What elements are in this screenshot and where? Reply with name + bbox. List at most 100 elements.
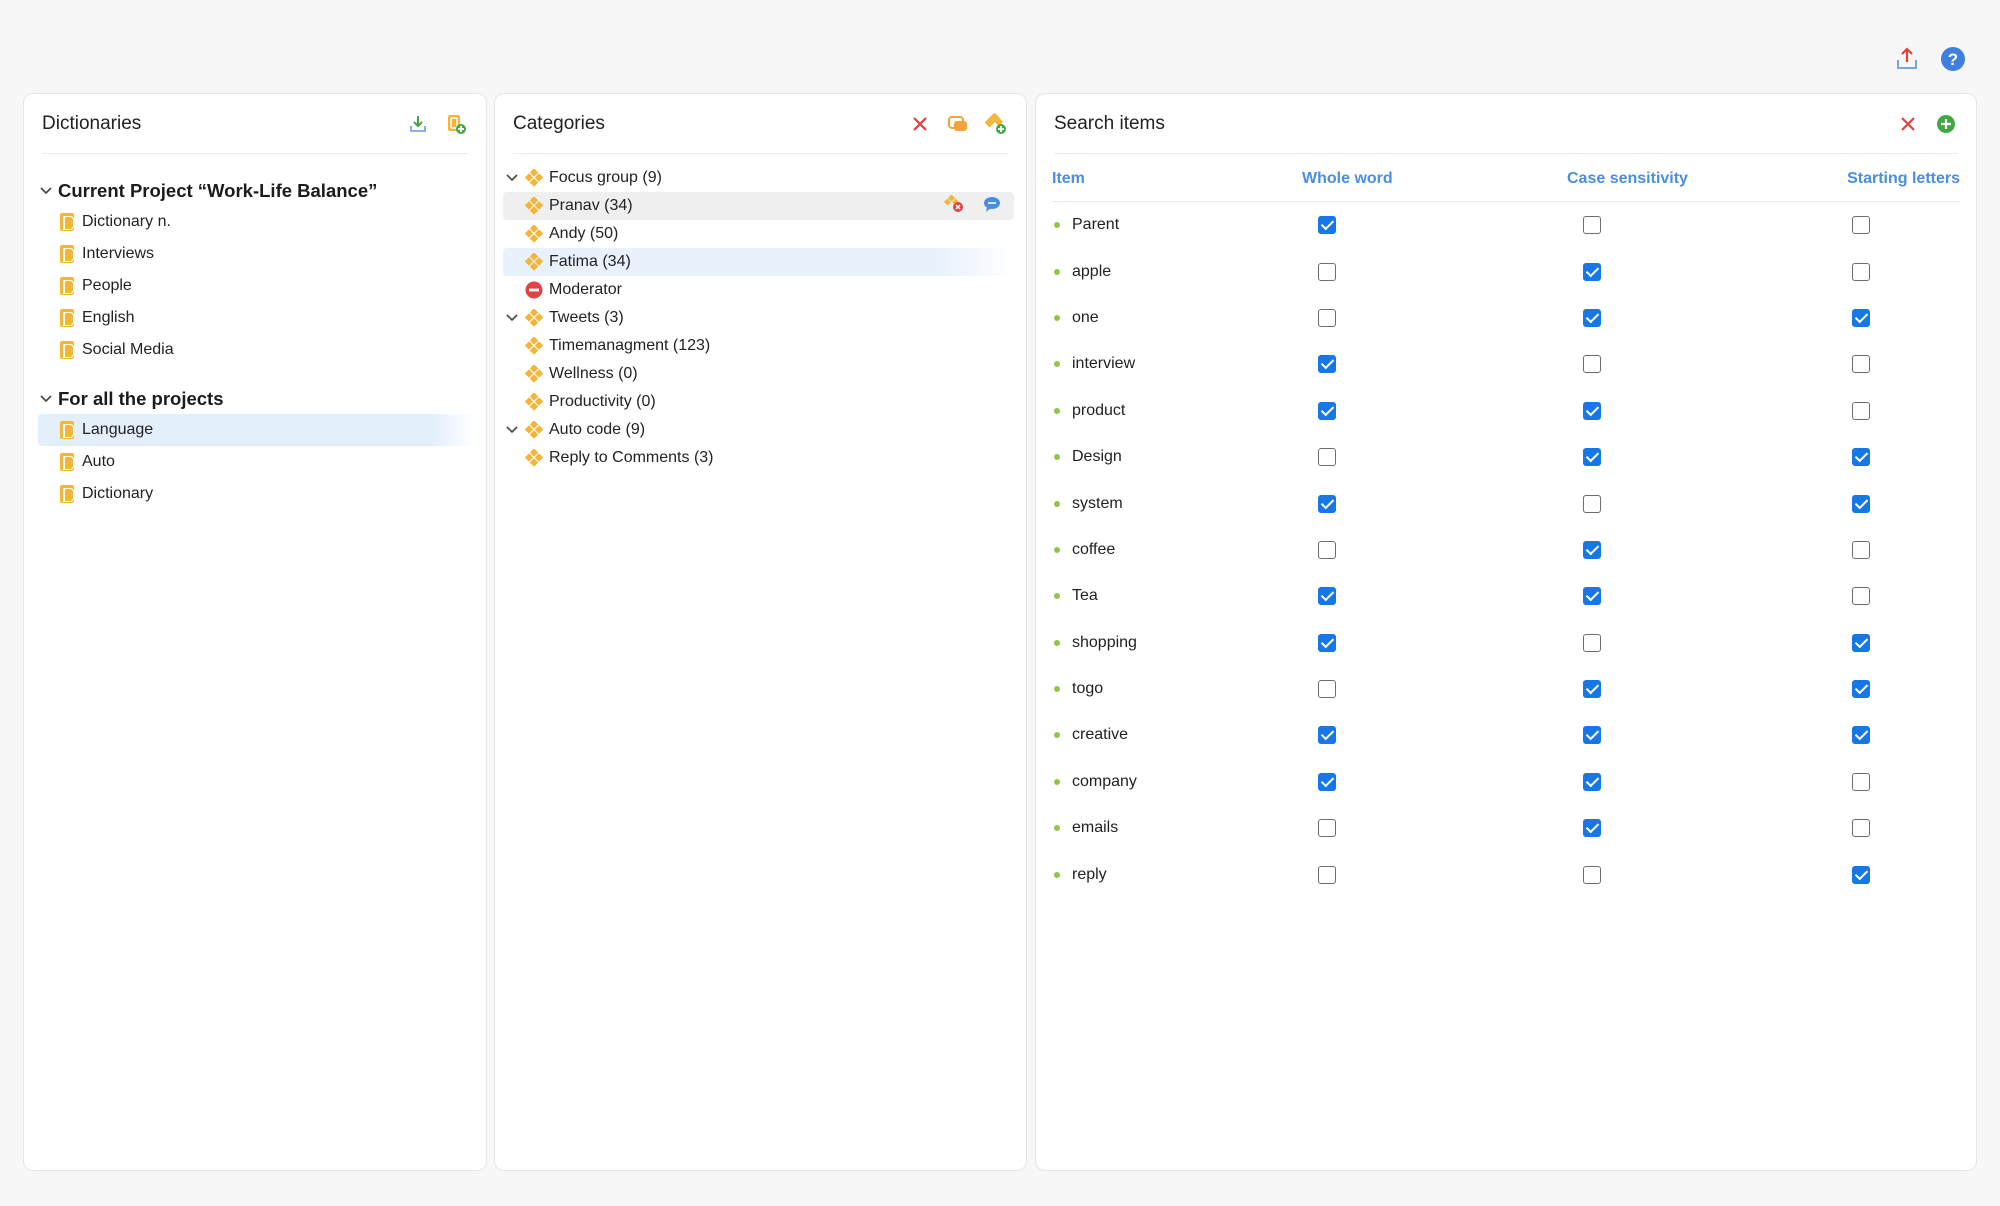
category-row[interactable]: Fatima (34): [503, 248, 1014, 276]
case-sensitivity-checkbox[interactable]: [1583, 308, 1601, 327]
whole-word-checkbox[interactable]: [1318, 540, 1336, 559]
item-cell[interactable]: creative: [1052, 726, 1302, 744]
whole-word-checkbox[interactable]: [1318, 448, 1336, 467]
case-sensitivity-checkbox[interactable]: [1583, 772, 1601, 791]
starting-letters-checkbox[interactable]: [1852, 308, 1870, 327]
starting-letters-checkbox[interactable]: [1852, 865, 1870, 884]
dict-group-header[interactable]: Current Project “Work-Life Balance”: [38, 176, 476, 206]
case-sensitivity-checkbox[interactable]: [1583, 819, 1601, 838]
item-cell[interactable]: apple: [1052, 263, 1302, 281]
starting-letters-checkbox[interactable]: [1852, 355, 1870, 374]
category-group-row[interactable]: Focus group (9): [503, 164, 1014, 192]
starting-letters-checkbox[interactable]: [1852, 633, 1870, 652]
delete-category-icon[interactable]: [943, 193, 964, 218]
add-item-icon[interactable]: [1934, 112, 1958, 136]
item-cell[interactable]: emails: [1052, 819, 1302, 837]
item-cell[interactable]: Design: [1052, 448, 1302, 466]
item-cell[interactable]: reply: [1052, 866, 1302, 884]
category-group-row[interactable]: Auto code (9): [503, 416, 1014, 444]
dict-item[interactable]: Dictionary n.: [38, 206, 476, 238]
column-header-case-sensitivity[interactable]: Case sensitivity: [1567, 170, 1847, 188]
chevron-down-icon[interactable]: [38, 183, 54, 199]
starting-letters-checkbox[interactable]: [1852, 772, 1870, 791]
add-category-icon[interactable]: [984, 112, 1008, 136]
category-row[interactable]: Timemanagment (123): [503, 332, 1014, 360]
add-dictionary-icon[interactable]: [444, 112, 468, 136]
case-sensitivity-checkbox[interactable]: [1583, 494, 1601, 513]
merge-category-icon[interactable]: [946, 112, 970, 136]
item-cell[interactable]: togo: [1052, 680, 1302, 698]
category-row[interactable]: Wellness (0): [503, 360, 1014, 388]
category-row[interactable]: Andy (50): [503, 220, 1014, 248]
item-cell[interactable]: Tea: [1052, 587, 1302, 605]
whole-word-checkbox[interactable]: [1318, 633, 1336, 652]
case-sensitivity-checkbox[interactable]: [1583, 355, 1601, 374]
item-cell[interactable]: product: [1052, 402, 1302, 420]
import-download-icon[interactable]: [406, 112, 430, 136]
whole-word-checkbox[interactable]: [1318, 494, 1336, 513]
whole-word-checkbox[interactable]: [1318, 726, 1336, 745]
whole-word-checkbox[interactable]: [1318, 262, 1336, 281]
dict-item-selected[interactable]: Language: [38, 414, 476, 446]
case-sensitivity-checkbox[interactable]: [1583, 540, 1601, 559]
whole-word-checkbox[interactable]: [1318, 355, 1336, 374]
column-header-item[interactable]: Item: [1052, 170, 1302, 188]
case-sensitivity-checkbox[interactable]: [1583, 448, 1601, 467]
starting-letters-checkbox[interactable]: [1852, 494, 1870, 513]
item-cell[interactable]: one: [1052, 309, 1302, 327]
column-header-starting-letters[interactable]: Starting letters: [1847, 170, 1960, 188]
case-sensitivity-checkbox[interactable]: [1583, 262, 1601, 281]
item-cell[interactable]: company: [1052, 773, 1302, 791]
case-sensitivity-checkbox[interactable]: [1583, 865, 1601, 884]
case-sensitivity-checkbox[interactable]: [1583, 633, 1601, 652]
category-row[interactable]: Moderator: [503, 276, 1014, 304]
whole-word-checkbox[interactable]: [1318, 587, 1336, 606]
whole-word-checkbox[interactable]: [1318, 772, 1336, 791]
chevron-down-icon[interactable]: [503, 421, 521, 439]
starting-letters-checkbox[interactable]: [1852, 262, 1870, 281]
whole-word-checkbox[interactable]: [1318, 819, 1336, 838]
item-cell[interactable]: interview: [1052, 355, 1302, 373]
case-sensitivity-checkbox[interactable]: [1583, 587, 1601, 606]
case-sensitivity-checkbox[interactable]: [1583, 216, 1601, 235]
comment-icon[interactable]: [982, 195, 1002, 218]
whole-word-checkbox[interactable]: [1318, 216, 1336, 235]
category-row[interactable]: Productivity (0): [503, 388, 1014, 416]
category-row[interactable]: Pranav (34): [503, 192, 1014, 220]
item-cell[interactable]: shopping: [1052, 634, 1302, 652]
whole-word-checkbox[interactable]: [1318, 308, 1336, 327]
dict-item[interactable]: English: [38, 302, 476, 334]
starting-letters-checkbox[interactable]: [1852, 726, 1870, 745]
case-sensitivity-checkbox[interactable]: [1583, 401, 1601, 420]
item-cell[interactable]: coffee: [1052, 541, 1302, 559]
case-sensitivity-checkbox[interactable]: [1583, 726, 1601, 745]
dict-item[interactable]: People: [38, 270, 476, 302]
column-header-whole-word[interactable]: Whole word: [1302, 170, 1567, 188]
starting-letters-checkbox[interactable]: [1852, 819, 1870, 838]
close-icon[interactable]: [1896, 112, 1920, 136]
chevron-down-icon[interactable]: [38, 391, 54, 407]
chevron-down-icon[interactable]: [503, 169, 521, 187]
help-icon[interactable]: ?: [1938, 44, 1968, 74]
item-cell[interactable]: Parent: [1052, 216, 1302, 234]
starting-letters-checkbox[interactable]: [1852, 540, 1870, 559]
chevron-down-icon[interactable]: [503, 309, 521, 327]
case-sensitivity-checkbox[interactable]: [1583, 680, 1601, 699]
whole-word-checkbox[interactable]: [1318, 401, 1336, 420]
export-upload-icon[interactable]: [1892, 44, 1922, 74]
category-row[interactable]: Reply to Comments (3): [503, 444, 1014, 472]
starting-letters-checkbox[interactable]: [1852, 680, 1870, 699]
dict-item[interactable]: Interviews: [38, 238, 476, 270]
close-icon[interactable]: [908, 112, 932, 136]
starting-letters-checkbox[interactable]: [1852, 448, 1870, 467]
dict-item[interactable]: Social Media: [38, 334, 476, 366]
whole-word-checkbox[interactable]: [1318, 680, 1336, 699]
starting-letters-checkbox[interactable]: [1852, 216, 1870, 235]
starting-letters-checkbox[interactable]: [1852, 401, 1870, 420]
dict-group-header[interactable]: For all the projects: [38, 384, 476, 414]
starting-letters-checkbox[interactable]: [1852, 587, 1870, 606]
dict-item[interactable]: Dictionary: [38, 478, 476, 510]
category-group-row[interactable]: Tweets (3): [503, 304, 1014, 332]
item-cell[interactable]: system: [1052, 495, 1302, 513]
dict-item[interactable]: Auto: [38, 446, 476, 478]
